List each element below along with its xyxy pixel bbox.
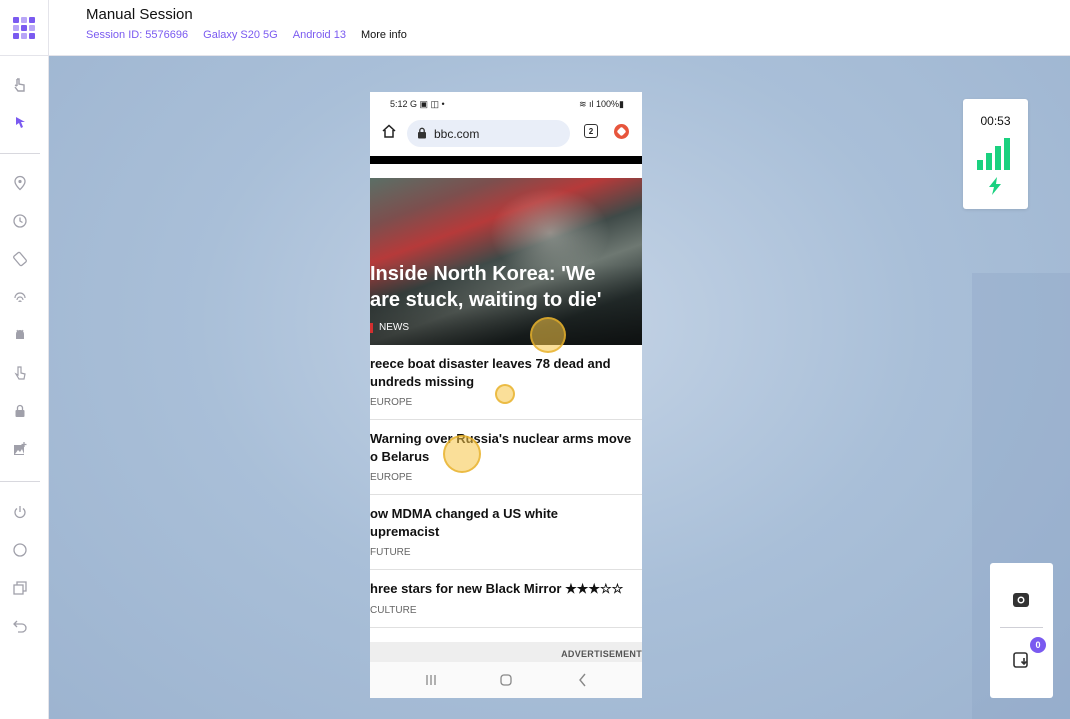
- downloads-icon[interactable]: [1011, 650, 1031, 670]
- recents-nav-icon[interactable]: [423, 672, 439, 688]
- location-pin-icon[interactable]: [11, 174, 29, 192]
- article-headline: Warning over Russia's nuclear arms move …: [370, 431, 632, 464]
- downloads-count-badge: 0: [1030, 637, 1046, 653]
- article-category: EUROPE: [370, 472, 413, 483]
- touch-icon[interactable]: [11, 364, 29, 382]
- home-circle-icon[interactable]: [11, 541, 29, 559]
- article-headline: hree stars for new Black Mirror ★★★☆☆: [370, 581, 624, 596]
- list-item[interactable]: Warning over Russia's nuclear arms move …: [370, 420, 642, 495]
- app-logo[interactable]: [0, 0, 49, 56]
- fingerprint-icon[interactable]: [11, 288, 29, 306]
- capture-actions-widget: 0: [990, 563, 1053, 698]
- url-text: bbc.com: [434, 127, 480, 141]
- browser-toolbar: bbc.com 2: [370, 116, 642, 150]
- ad-label: ADVERTISEMENT: [561, 649, 642, 659]
- interact-cursor-icon[interactable]: [11, 114, 29, 132]
- home-nav-icon[interactable]: [498, 672, 514, 688]
- lock-icon[interactable]: [11, 402, 29, 420]
- session-timer: 00:53: [980, 114, 1011, 128]
- article-headline: ow MDMA changed a US white upremacist: [370, 506, 559, 539]
- android-icon[interactable]: [11, 326, 29, 344]
- screenshot-camera-icon[interactable]: [1011, 590, 1031, 610]
- device-name: Galaxy S20 5G: [203, 29, 278, 41]
- browser-menu-icon[interactable]: [614, 124, 629, 139]
- touch-marker: [495, 384, 515, 404]
- list-item[interactable]: hree stars for new Black Mirror ★★★☆☆ CU…: [370, 570, 642, 628]
- rotate-device-icon[interactable]: [11, 250, 29, 268]
- network-status-widget: 00:53: [963, 99, 1028, 209]
- device-screen[interactable]: 5:12 G ▣ ◫ • ≋ ıl 100%▮ bbc.com 2 Inside…: [370, 92, 642, 698]
- session-meta: Session ID: 5576696 Galaxy S20 5G Androi…: [86, 29, 407, 41]
- battery-level: ≋ ıl 100%▮: [578, 99, 624, 109]
- image-add-icon[interactable]: [11, 440, 29, 458]
- hero-category: NEWS: [379, 322, 409, 333]
- page-title: Manual Session: [86, 6, 193, 23]
- hero-story[interactable]: Inside North Korea: 'We are stuck, waiti…: [370, 178, 642, 345]
- article-category: CULTURE: [370, 605, 417, 616]
- battery-icon: ▮: [619, 99, 624, 109]
- article-category: EUROPE: [370, 397, 413, 408]
- power-icon[interactable]: [11, 503, 29, 521]
- actions-divider: [1000, 627, 1043, 628]
- top-header: Manual Session Session ID: 5576696 Galax…: [0, 0, 1070, 56]
- list-item[interactable]: reece boat disaster leaves 78 dead and u…: [370, 345, 642, 420]
- lightning-bolt-icon: [989, 177, 1001, 195]
- touch-marker: [530, 317, 566, 353]
- os-version: Android 13: [292, 29, 346, 41]
- logo-icon: [13, 17, 35, 39]
- sidebar-divider: [0, 481, 40, 482]
- status-time: 5:12 G ▣ ◫ •: [390, 99, 445, 109]
- signal-strength-icon: [977, 134, 1017, 170]
- notification-icons: G ▣ ◫ •: [410, 99, 445, 109]
- hero-tag-marker: [370, 323, 373, 333]
- status-bar: 5:12 G ▣ ◫ • ≋ ıl 100%▮: [370, 92, 642, 116]
- more-info-link[interactable]: More info: [361, 29, 407, 41]
- hero-headline: Inside North Korea: 'We are stuck, waiti…: [370, 263, 602, 311]
- ad-banner: ADVERTISEMENT: [370, 642, 642, 662]
- touch-marker: [443, 435, 481, 473]
- device-stage: 5:12 G ▣ ◫ • ≋ ıl 100%▮ bbc.com 2 Inside…: [49, 56, 1070, 719]
- address-bar[interactable]: bbc.com: [407, 120, 570, 147]
- article-category: FUTURE: [370, 547, 411, 558]
- tool-sidebar: [0, 56, 49, 719]
- back-nav-icon[interactable]: [575, 672, 591, 688]
- list-item[interactable]: ow MDMA changed a US white upremacist FU…: [370, 495, 642, 570]
- recent-apps-icon[interactable]: [11, 579, 29, 597]
- clock-icon[interactable]: [11, 212, 29, 230]
- wifi-signal-icon: ≋ ıl: [578, 99, 597, 109]
- back-icon[interactable]: [11, 617, 29, 635]
- site-header-bar: [370, 156, 642, 164]
- secure-lock-icon: [418, 127, 426, 139]
- sidebar-divider: [0, 153, 40, 154]
- tab-switcher-button[interactable]: 2: [584, 124, 598, 138]
- browser-home-icon[interactable]: [381, 123, 397, 139]
- android-nav-bar: [370, 662, 642, 698]
- session-id: Session ID: 5576696: [86, 29, 189, 41]
- tap-gesture-icon[interactable]: [11, 76, 29, 94]
